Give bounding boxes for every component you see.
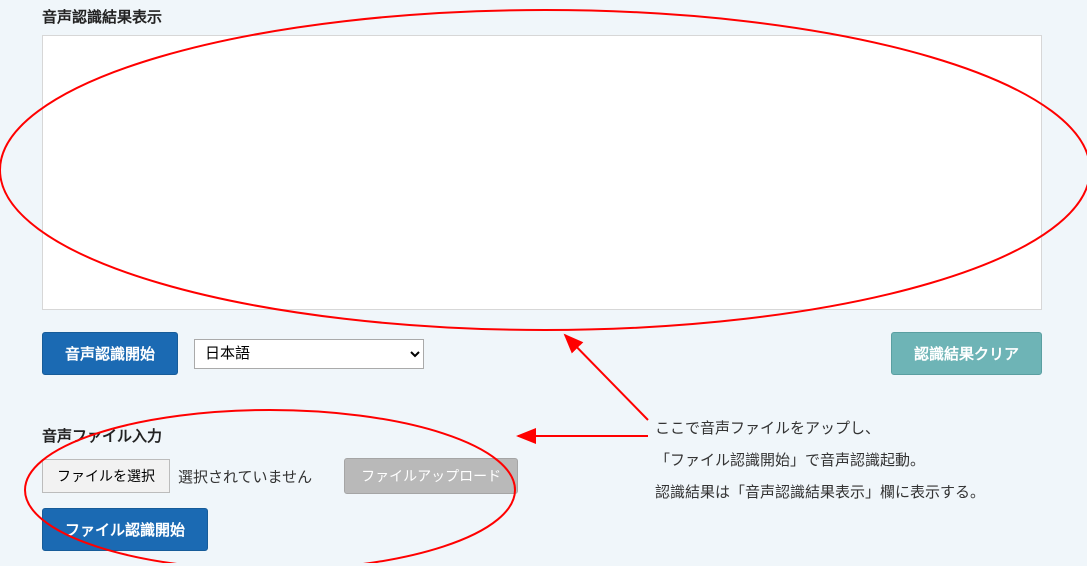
file-upload-button[interactable]: ファイルアップロード xyxy=(344,458,518,494)
result-controls-row: 音声認識開始 日本語 認識結果クリア xyxy=(42,332,1042,375)
file-row: ファイルを選択 選択されていません ファイルアップロード xyxy=(42,458,1045,494)
speech-result-section: 音声認識結果表示 音声認識開始 日本語 認識結果クリア xyxy=(42,0,1045,375)
file-heading: 音声ファイル入力 xyxy=(42,425,1045,450)
language-select[interactable]: 日本語 xyxy=(194,339,424,369)
result-textarea[interactable] xyxy=(42,35,1042,310)
file-status-text: 選択されていません xyxy=(178,466,312,487)
clear-result-button[interactable]: 認識結果クリア xyxy=(891,332,1042,375)
file-input-section: 音声ファイル入力 ファイルを選択 選択されていません ファイルアップロード ファ… xyxy=(42,425,1045,551)
result-heading: 音声認識結果表示 xyxy=(42,6,1045,31)
start-recognition-button[interactable]: 音声認識開始 xyxy=(42,332,178,375)
file-recognize-button[interactable]: ファイル認識開始 xyxy=(42,508,208,551)
choose-file-button[interactable]: ファイルを選択 xyxy=(42,459,170,493)
